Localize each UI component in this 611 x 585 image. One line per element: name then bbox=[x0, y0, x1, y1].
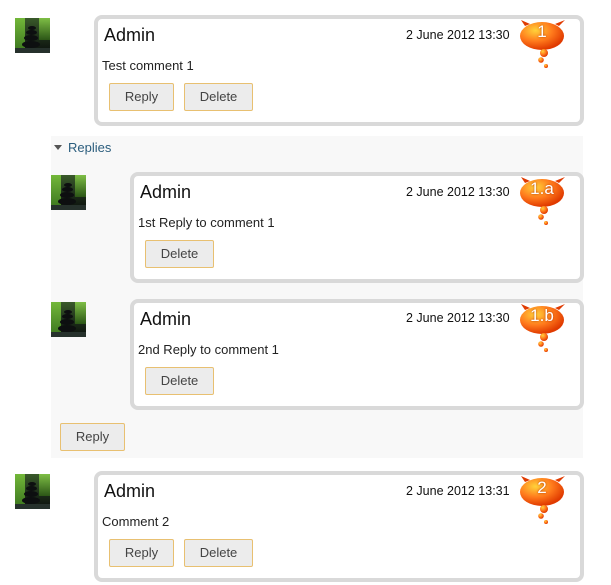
comment-number-badge-icon: 2 bbox=[519, 476, 569, 524]
comment-date: 2 June 2012 13:31 bbox=[406, 484, 510, 498]
comment-number-badge-icon: 1.a bbox=[519, 177, 569, 225]
badge-number: 1 bbox=[537, 22, 547, 41]
delete-button[interactable]: Delete bbox=[145, 240, 214, 268]
comment-text: Test comment 1 bbox=[102, 58, 194, 73]
avatar bbox=[51, 175, 86, 210]
delete-button[interactable]: Delete bbox=[184, 83, 253, 111]
replies-toggle[interactable]: Replies bbox=[54, 140, 111, 155]
badge-number: 1.a bbox=[530, 179, 554, 198]
reply-text: 2nd Reply to comment 1 bbox=[138, 342, 279, 357]
caret-down-icon bbox=[54, 145, 62, 151]
reply-button[interactable]: Reply bbox=[60, 423, 125, 451]
reply-author: Admin bbox=[140, 182, 192, 202]
comment-author: Admin bbox=[104, 481, 156, 501]
comment-number-badge-icon: 1 bbox=[519, 20, 569, 68]
reply-button[interactable]: Reply bbox=[109, 539, 174, 567]
reply-text: 1st Reply to comment 1 bbox=[138, 215, 275, 230]
replies-toggle-label: Replies bbox=[68, 140, 112, 155]
comment-date: 2 June 2012 13:30 bbox=[406, 28, 510, 42]
comment-number-badge-icon: 1.b bbox=[519, 304, 569, 352]
reply-button[interactable]: Reply bbox=[109, 83, 174, 111]
reply-author: Admin bbox=[140, 309, 192, 329]
avatar bbox=[51, 302, 86, 337]
comment-text: Comment 2 bbox=[102, 514, 170, 529]
reply-date: 2 June 2012 13:30 bbox=[406, 185, 510, 199]
badge-number: 2 bbox=[537, 478, 547, 497]
reply-date: 2 June 2012 13:30 bbox=[406, 311, 510, 325]
avatar bbox=[15, 474, 50, 509]
comment-author: Admin bbox=[104, 25, 156, 45]
avatar bbox=[15, 18, 50, 53]
delete-button[interactable]: Delete bbox=[145, 367, 214, 395]
delete-button[interactable]: Delete bbox=[184, 539, 253, 567]
badge-number: 1.b bbox=[530, 306, 554, 325]
